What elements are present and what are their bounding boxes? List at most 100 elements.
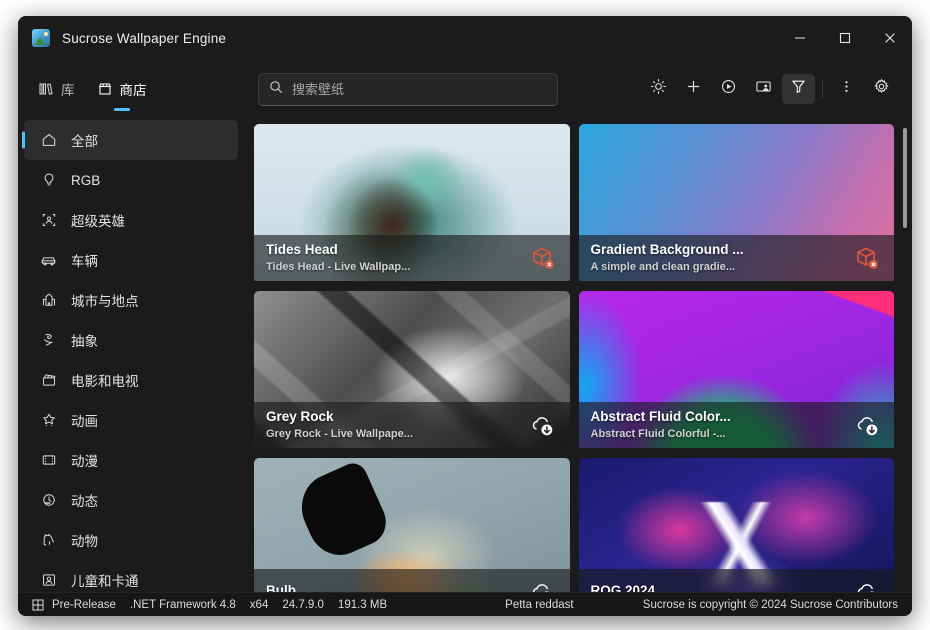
sidebar-label: 儿童和卡通 <box>71 574 139 589</box>
wallpaper-card[interactable]: Tides Head Tides Head - Live Wallpap... <box>254 124 570 281</box>
grid-icon <box>32 599 44 611</box>
wallpaper-title: ROG 2024 <box>590 583 656 592</box>
sidebar-label: 动画 <box>71 414 98 429</box>
sidebar-item-rgb[interactable]: RGB <box>24 160 238 200</box>
sidebar-item-cities-places[interactable]: 城市与地点 <box>24 280 238 320</box>
add-button[interactable] <box>677 74 710 104</box>
more-vertical-icon <box>838 78 855 100</box>
sidebar-item-abstract[interactable]: 抽象 <box>24 320 238 360</box>
settings-button[interactable] <box>865 74 898 104</box>
status-arch: x64 <box>249 598 269 611</box>
status-message: Petta reddast <box>505 598 574 611</box>
sidebar-label: 抽象 <box>71 334 98 349</box>
sidebar-item-superhero[interactable]: 超级英雄 <box>24 200 238 240</box>
store-icon <box>97 81 113 97</box>
wallpaper-title: Gradient Background ... <box>590 241 744 257</box>
wallpaper-card[interactable]: Grey Rock Grey Rock - Live Wallpape... <box>254 291 570 448</box>
tab-library-label: 库 <box>61 83 75 98</box>
wallpaper-info-overlay: ROG 2024 <box>578 569 894 592</box>
play-circle-icon <box>720 78 737 100</box>
cloud-download-icon[interactable] <box>852 410 882 440</box>
play-button[interactable] <box>712 74 745 104</box>
car-icon <box>40 252 57 269</box>
status-memory: 191.3 MB <box>337 598 388 611</box>
sidebar-item-animals[interactable]: 动物 <box>24 520 238 560</box>
monitor-person-icon <box>755 78 772 100</box>
wallpaper-grid: Tides Head Tides Head - Live Wallpap... <box>248 118 912 592</box>
filter-button[interactable] <box>782 74 815 104</box>
animal-icon <box>40 532 57 548</box>
wallpaper-subtitle: A simple and clean gradie... <box>590 260 735 273</box>
content-scrollbar[interactable] <box>903 128 907 584</box>
tab-store-label: 商店 <box>119 83 147 98</box>
wallpaper-title: Abstract Fluid Color... <box>590 408 731 424</box>
wallpaper-info-overlay: Tides Head Tides Head - Live Wallpap... <box>254 235 570 281</box>
sidebar-label: 电影和电视 <box>71 374 139 389</box>
home-icon <box>40 132 57 148</box>
title-bar: Sucrose Wallpaper Engine <box>18 16 912 60</box>
nav-tabs: 库 商店 <box>32 60 254 118</box>
brightness-button[interactable] <box>642 74 675 104</box>
maximize-button[interactable] <box>822 16 867 60</box>
tab-store[interactable]: 商店 <box>91 60 153 118</box>
sidebar-label: 车辆 <box>71 254 98 269</box>
cloud-download-icon[interactable] <box>528 410 558 440</box>
wallpaper-info-overlay: Grey Rock Grey Rock - Live Wallpape... <box>254 402 570 448</box>
lightbulb-icon <box>40 172 57 188</box>
cloud-download-icon[interactable] <box>528 577 558 592</box>
sidebar-label: RGB <box>71 172 101 188</box>
package-error-icon[interactable] <box>852 243 882 273</box>
status-bar: Pre-Release .NET Framework 4.8 x64 24.7.… <box>18 592 912 616</box>
search-icon <box>269 80 283 99</box>
sidebar-item-all[interactable]: 全部 <box>24 120 238 160</box>
search-box[interactable] <box>258 72 558 106</box>
wallpaper-card[interactable]: ROG 2024 <box>578 458 894 592</box>
motion-icon <box>40 492 57 508</box>
animation-star-icon <box>40 412 57 428</box>
app-window: Sucrose Wallpaper Engine 库 商店 搜索壁纸 全部 RG… <box>18 16 912 616</box>
minimize-button[interactable] <box>777 16 822 60</box>
sidebar-item-movies-tv[interactable]: 电影和电视 <box>24 360 238 400</box>
scrollbar-thumb[interactable] <box>903 128 907 228</box>
status-copyright: Sucrose is copyright © 2024 Sucrose Cont… <box>642 598 898 611</box>
library-icon <box>38 81 54 97</box>
wallpaper-subtitle: Abstract Fluid Colorful -... <box>590 427 726 440</box>
sidebar-label: 动物 <box>71 534 98 549</box>
abstract-icon <box>40 332 57 348</box>
brightness-icon <box>650 78 667 100</box>
sidebar-item-kids-cartoon[interactable]: 儿童和卡通 <box>24 560 238 592</box>
wallpaper-content-area: Tides Head Tides Head - Live Wallpap... <box>244 118 912 592</box>
cartoon-icon <box>40 572 57 588</box>
package-error-icon[interactable] <box>528 243 558 273</box>
wallpaper-card[interactable]: Gradient Background ... A simple and cle… <box>578 124 894 281</box>
status-left-group: Pre-Release .NET Framework 4.8 x64 24.7.… <box>32 599 387 611</box>
city-icon <box>40 292 57 308</box>
toolbar-divider <box>822 80 823 98</box>
action-toolbar <box>642 74 898 104</box>
sidebar-item-dynamic[interactable]: 动态 <box>24 480 238 520</box>
close-button[interactable] <box>867 16 912 60</box>
wallpaper-card[interactable]: Bulb <box>254 458 570 592</box>
sidebar-item-anime[interactable]: 动漫 <box>24 440 238 480</box>
wallpaper-card[interactable]: Abstract Fluid Color... Abstract Fluid C… <box>578 291 894 448</box>
category-sidebar: 全部 RGB 超级英雄 车辆 城市与地点 抽象 电影和电视 动画 动漫 动态 动… <box>18 118 244 592</box>
status-framework: .NET Framework 4.8 <box>129 598 236 611</box>
tab-library[interactable]: 库 <box>32 60 81 118</box>
display-button[interactable] <box>747 74 780 104</box>
window-title: Sucrose Wallpaper Engine <box>62 30 227 46</box>
wallpaper-info-overlay: Gradient Background ... A simple and cle… <box>578 235 894 281</box>
superhero-icon <box>40 212 57 228</box>
sidebar-label: 城市与地点 <box>71 294 139 309</box>
movie-icon <box>40 372 57 388</box>
wallpaper-title: Grey Rock <box>266 408 334 424</box>
more-button[interactable] <box>830 74 863 104</box>
wallpaper-subtitle: Tides Head - Live Wallpap... <box>266 260 411 273</box>
cloud-download-icon[interactable] <box>852 577 882 592</box>
search-input[interactable] <box>292 81 547 97</box>
app-icon <box>32 29 50 47</box>
plus-icon <box>685 78 702 100</box>
sidebar-item-vehicles[interactable]: 车辆 <box>24 240 238 280</box>
sidebar-item-animation[interactable]: 动画 <box>24 400 238 440</box>
window-controls <box>777 16 912 60</box>
top-toolbar-row: 库 商店 <box>18 60 912 118</box>
